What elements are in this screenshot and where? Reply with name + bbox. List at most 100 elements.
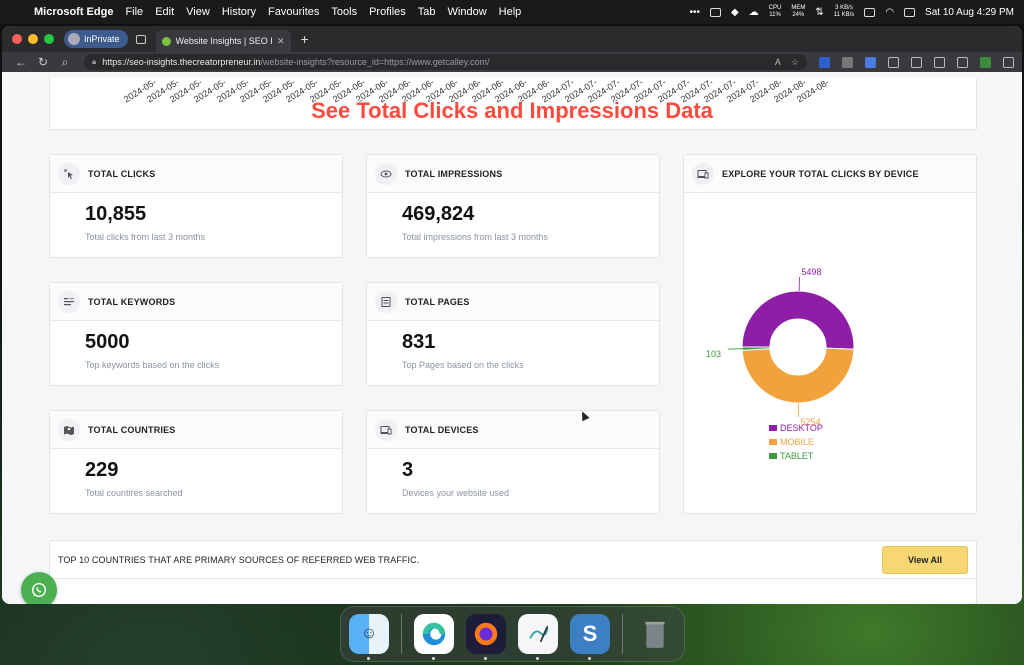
read-aloud-icon[interactable]: A: [775, 57, 781, 68]
total-devices-subtitle: Devices your website used: [402, 488, 510, 498]
search-icon[interactable]: ⌕: [54, 55, 76, 70]
legend-item-desktop[interactable]: DESKTOP: [769, 423, 823, 433]
site-favicon: [161, 36, 171, 46]
menu-window[interactable]: Window: [448, 6, 487, 18]
total-countries-value: 229: [85, 459, 119, 481]
close-window-button[interactable]: [12, 34, 22, 44]
donut-data-label-desktop: 5498: [801, 267, 822, 277]
top-countries-section: TOP 10 COUNTRIES THAT ARE PRIMARY SOURCE…: [49, 540, 977, 604]
clicks-by-device-card: EXPLORE YOUR TOTAL CLICKS BY DEVICE 5498…: [683, 154, 977, 514]
legend-item-tablet[interactable]: TABLET: [769, 451, 813, 461]
window-controls: [12, 34, 54, 44]
active-tab[interactable]: Website Insights | SEO Insights ✕: [155, 30, 291, 52]
sketchbook-icon[interactable]: S: [570, 614, 610, 660]
total-countries-card: TOTAL COUNTRIES 229 Total countires sear…: [49, 410, 343, 514]
tab-bar: InPrivate Website Insights | SEO Insight…: [2, 26, 1022, 52]
total-clicks-card: TOTAL CLICKS 10,855 Total clicks from la…: [49, 154, 343, 258]
cloud-icon[interactable]: ☁: [749, 7, 759, 18]
more-icon[interactable]: •••: [689, 7, 700, 18]
zoom-window-button[interactable]: [44, 34, 54, 44]
calendar-icon[interactable]: [709, 7, 721, 17]
control-center-icon[interactable]: [904, 7, 916, 17]
edge-icon[interactable]: [414, 614, 454, 660]
inprivate-label: InPrivate: [84, 34, 120, 44]
dock-separator: [622, 614, 623, 654]
menu-file[interactable]: File: [125, 6, 143, 18]
total-keywords-title: TOTAL KEYWORDS: [88, 296, 176, 307]
menubar-clock[interactable]: Sat 10 Aug 4:29 PM: [925, 7, 1014, 18]
menu-edit[interactable]: Edit: [155, 6, 174, 18]
url-host: https://seo-insights.thecreatorpreneur.i…: [102, 57, 261, 67]
total-clicks-value: 10,855: [85, 203, 147, 225]
menu-history[interactable]: History: [222, 6, 256, 18]
page-content: 2024-05- 2024-05- 2024-05- 2024-05- 2024-05-…: [2, 78, 1022, 604]
whatsapp-chat-button[interactable]: [21, 572, 57, 604]
battery-icon[interactable]: [864, 7, 876, 17]
mem-stat: MEM 24%: [791, 5, 806, 18]
extension-3-icon[interactable]: [865, 56, 876, 68]
legend-label: TABLET: [780, 451, 814, 461]
total-impressions-title: TOTAL IMPRESSIONS: [405, 168, 503, 179]
total-pages-subtitle: Top Pages based on the clicks: [402, 360, 524, 370]
total-devices-card: TOTAL DEVICES 3 Devices your website use…: [366, 410, 660, 514]
dropbox-icon[interactable]: ◆: [731, 7, 739, 18]
total-pages-title: TOTAL PAGES: [405, 296, 470, 307]
top-countries-title: TOP 10 COUNTRIES THAT ARE PRIMARY SOURCE…: [58, 554, 420, 565]
legend-item-mobile[interactable]: MOBILE: [769, 437, 814, 447]
network-stat: 3 KB/s 11 KB/s: [833, 5, 855, 18]
url-field[interactable]: 🔒︎ https://seo-insights.thecreatorpreneu…: [84, 54, 807, 70]
view-all-button[interactable]: View All: [882, 545, 968, 574]
macos-dock: ☺ S: [340, 606, 685, 662]
lock-icon[interactable]: 🔒︎: [92, 57, 96, 67]
inprivate-badge[interactable]: InPrivate: [64, 30, 128, 48]
legend-swatch: [769, 439, 777, 445]
menu-favourites[interactable]: Favourites: [268, 6, 319, 18]
dock-separator: [401, 614, 402, 654]
menu-help[interactable]: Help: [499, 6, 522, 18]
extension-2-icon[interactable]: [842, 56, 853, 68]
legend-label: DESKTOP: [780, 423, 823, 433]
trash-icon[interactable]: [635, 614, 675, 654]
device-donut-chart: [728, 277, 855, 418]
total-pages-value: 831: [402, 331, 436, 353]
total-clicks-title: TOTAL CLICKS: [88, 168, 156, 179]
menu-profiles[interactable]: Profiles: [369, 6, 406, 18]
tab-actions-icon[interactable]: [135, 34, 146, 44]
whatsapp-icon: [31, 582, 47, 598]
network-arrows-icon: ⇅: [815, 6, 824, 18]
total-impressions-card: TOTAL IMPRESSIONS 469,824 Total impressi…: [366, 154, 660, 258]
back-icon[interactable]: ←: [10, 55, 32, 69]
collections-icon[interactable]: [957, 56, 968, 68]
menu-tab[interactable]: Tab: [418, 6, 436, 18]
total-countries-subtitle: Total countires searched: [85, 488, 183, 498]
favourites-icon[interactable]: [934, 56, 945, 68]
freeform-icon[interactable]: [518, 614, 558, 660]
minimize-window-button[interactable]: [28, 34, 38, 44]
legend-swatch: [769, 425, 777, 431]
total-keywords-card: TOTAL KEYWORDS 5000 Top keywords based o…: [49, 282, 343, 386]
copilot-icon[interactable]: [980, 56, 991, 68]
extension-4-icon[interactable]: [888, 56, 899, 68]
finder-icon[interactable]: ☺: [349, 614, 389, 660]
extensions-bar: [819, 56, 1014, 68]
wifi-icon[interactable]: ◠: [885, 7, 894, 18]
close-tab-icon[interactable]: ✕: [277, 36, 285, 47]
total-devices-value: 3: [402, 459, 414, 481]
profile-avatar: [68, 33, 80, 45]
extension-1-icon[interactable]: [819, 56, 830, 68]
browser-window: InPrivate Website Insights | SEO Insight…: [2, 26, 1022, 604]
donut-slice-mobile[interactable]: [741, 347, 855, 404]
legend-swatch: [769, 453, 777, 459]
total-clicks-subtitle: Total clicks from last 3 months: [85, 232, 206, 242]
menu-tools[interactable]: Tools: [331, 6, 357, 18]
donut-slice-desktop[interactable]: [741, 290, 855, 350]
favourite-star-icon[interactable]: ☆: [791, 57, 799, 68]
menu-app-name[interactable]: Microsoft Edge: [34, 6, 113, 18]
split-screen-icon[interactable]: [911, 56, 922, 68]
new-tab-icon[interactable]: +: [301, 31, 309, 47]
refresh-icon[interactable]: ↻: [32, 55, 54, 69]
menu-view[interactable]: View: [186, 6, 210, 18]
settings-more-icon[interactable]: [1003, 56, 1014, 68]
firefox-icon[interactable]: [466, 614, 506, 660]
list-icon: [58, 290, 80, 313]
